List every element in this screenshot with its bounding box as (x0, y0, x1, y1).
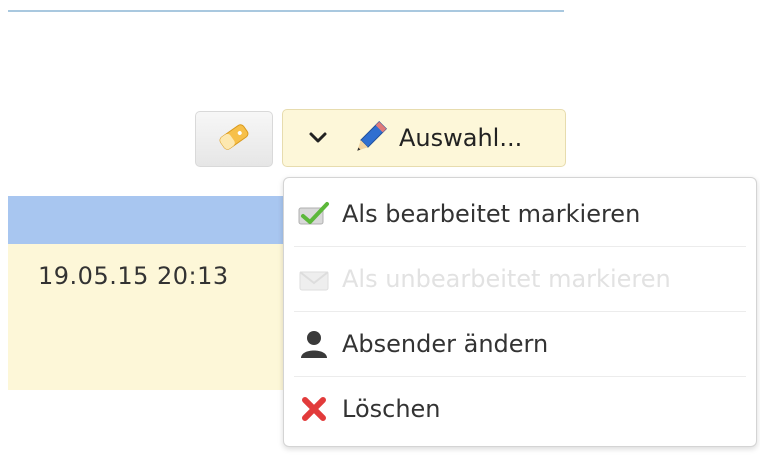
menu-item-change-sender[interactable]: Absender ändern (284, 313, 756, 375)
menu-item-mark-processed[interactable]: Als bearbeitet markieren (284, 183, 756, 245)
delete-x-icon (292, 389, 336, 429)
tag-icon (214, 119, 254, 159)
menu-item-label: Als unbearbeitet markieren (342, 265, 671, 293)
top-divider (8, 10, 564, 12)
menu-item-delete[interactable]: Löschen (284, 378, 756, 440)
chevron-down-icon (305, 125, 331, 151)
row-date: 19.05.15 20:13 (38, 262, 229, 290)
checkmark-icon (292, 194, 336, 234)
menu-divider (294, 376, 746, 377)
user-icon (292, 324, 336, 364)
menu-divider (294, 246, 746, 247)
selection-dropdown-button[interactable]: Auswahl... (282, 109, 566, 167)
menu-item-label: Absender ändern (342, 330, 549, 358)
tag-button[interactable] (195, 111, 273, 167)
pencil-icon (349, 117, 391, 159)
selection-button-label: Auswahl... (399, 124, 523, 152)
selection-dropdown-menu: Als bearbeitet markieren Als unbearbeite… (283, 177, 757, 447)
menu-divider (294, 311, 746, 312)
table-header (8, 196, 290, 244)
table-row[interactable]: 19.05.15 20:13 (8, 244, 290, 390)
envelope-icon (292, 259, 336, 299)
menu-item-mark-unprocessed: Als unbearbeitet markieren (284, 248, 756, 310)
menu-item-label: Als bearbeitet markieren (342, 200, 641, 228)
menu-item-label: Löschen (342, 395, 441, 423)
